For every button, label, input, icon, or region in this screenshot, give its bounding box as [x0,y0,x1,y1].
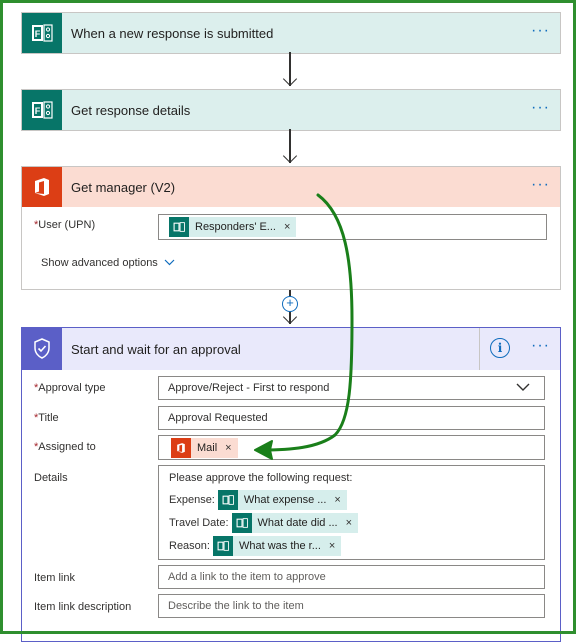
details-row: Reason: What was the r... × [169,535,544,557]
get-manager-card[interactable]: Get manager (V2) ··· *User (UPN) Respond… [21,166,561,290]
forms-icon [169,217,189,237]
item-link-label: Item link [34,572,75,584]
get-response-card-header[interactable]: F Get response details ··· [22,90,560,130]
info-icon[interactable]: i [490,338,510,358]
header-divider [479,328,480,370]
dynamic-content-token[interactable]: What date did ... × [231,513,359,533]
chevron-down-icon [164,258,175,269]
token-label: Responders' E... [195,221,276,233]
dynamic-content-token[interactable]: What was the r... × [212,536,342,556]
remove-token-button[interactable]: × [329,540,335,552]
show-advanced-options-link[interactable]: Show advanced options [41,257,175,269]
forms-icon [217,490,238,510]
insert-step-button[interactable]: + [282,296,298,312]
details-prefix: Travel Date: [169,517,229,529]
office365-icon [22,167,62,207]
more-options-button[interactable]: ··· [531,100,550,116]
advanced-options-label: Show advanced options [41,257,158,269]
dynamic-content-token[interactable]: Responders' E... × [169,217,297,237]
trigger-card[interactable]: F When a new response is submitted ··· [21,12,561,54]
forms-icon [212,536,233,556]
details-textarea[interactable]: Please approve the following request: Ex… [158,465,545,560]
details-row: Expense: What expense ... × [169,489,544,511]
more-options-button[interactable]: ··· [531,23,550,39]
get-response-card[interactable]: F Get response details ··· [21,89,561,131]
item-link-placeholder: Add a link to the item to approve [168,571,326,583]
approval-type-select[interactable]: Approve/Reject - First to respond [158,376,545,400]
title-value: Approval Requested [168,412,268,424]
dynamic-content-token[interactable]: Mail × [171,437,238,458]
svg-text:F: F [35,106,41,116]
forms-icon: F [22,90,62,130]
connector-arrow-icon [282,309,297,325]
token-label: What expense ... [243,494,327,506]
title-input[interactable]: Approval Requested [158,406,545,430]
details-row: Travel Date: What date did ... × [169,512,544,534]
user-upn-label: *User (UPN) [34,219,95,231]
connector-arrow-icon [282,71,297,87]
forms-icon: F [22,13,62,53]
details-prefix: Reason: [169,540,210,552]
title-label: *Title [34,412,59,424]
trigger-title: When a new response is submitted [71,25,274,41]
assigned-to-label: *Assigned to [34,441,96,453]
approval-type-label: *Approval type [34,382,106,394]
approval-type-label-text: Approval type [38,382,106,394]
more-options-button[interactable]: ··· [531,177,550,193]
get-manager-card-header[interactable]: Get manager (V2) ··· [22,167,560,207]
approval-type-value: Approve/Reject - First to respond [168,382,330,394]
details-intro: Please approve the following request: [169,472,353,484]
forms-icon [231,513,252,533]
trigger-card-header[interactable]: F When a new response is submitted ··· [22,13,560,53]
remove-token-button[interactable]: × [346,517,352,529]
remove-token-button[interactable]: × [334,494,340,506]
remove-token-button[interactable]: × [225,442,231,454]
token-label: What was the r... [238,540,321,552]
title-label-text: Title [38,412,59,424]
item-link-description-input[interactable]: Describe the link to the item [158,594,545,618]
assigned-to-label-text: Assigned to [38,441,96,453]
dynamic-content-token[interactable]: What expense ... × [217,490,347,510]
approval-card-header[interactable]: Start and wait for an approval i ··· [22,328,560,370]
token-label: What date did ... [257,517,338,529]
chevron-down-icon [516,382,530,395]
svg-text:F: F [35,29,41,39]
details-label: Details [34,472,68,484]
get-response-title: Get response details [71,102,191,118]
item-link-input[interactable]: Add a link to the item to approve [158,565,545,589]
assigned-to-field[interactable]: Mail × [158,435,545,460]
remove-token-button[interactable]: × [284,221,290,233]
approval-card[interactable]: Start and wait for an approval i ··· *Ap… [21,327,561,642]
approvals-icon [22,328,62,370]
more-options-button[interactable]: ··· [531,338,550,354]
user-upn-label-text: User (UPN) [38,219,96,231]
user-upn-field[interactable]: Responders' E... × [158,214,547,240]
get-manager-title: Get manager (V2) [71,179,176,195]
approval-title: Start and wait for an approval [71,341,241,357]
item-link-description-placeholder: Describe the link to the item [168,600,304,612]
token-label: Mail [197,441,218,454]
item-link-description-label: Item link description [34,601,132,613]
details-prefix: Expense: [169,494,215,506]
connector-arrow-icon [282,148,297,164]
office365-icon [171,437,191,458]
